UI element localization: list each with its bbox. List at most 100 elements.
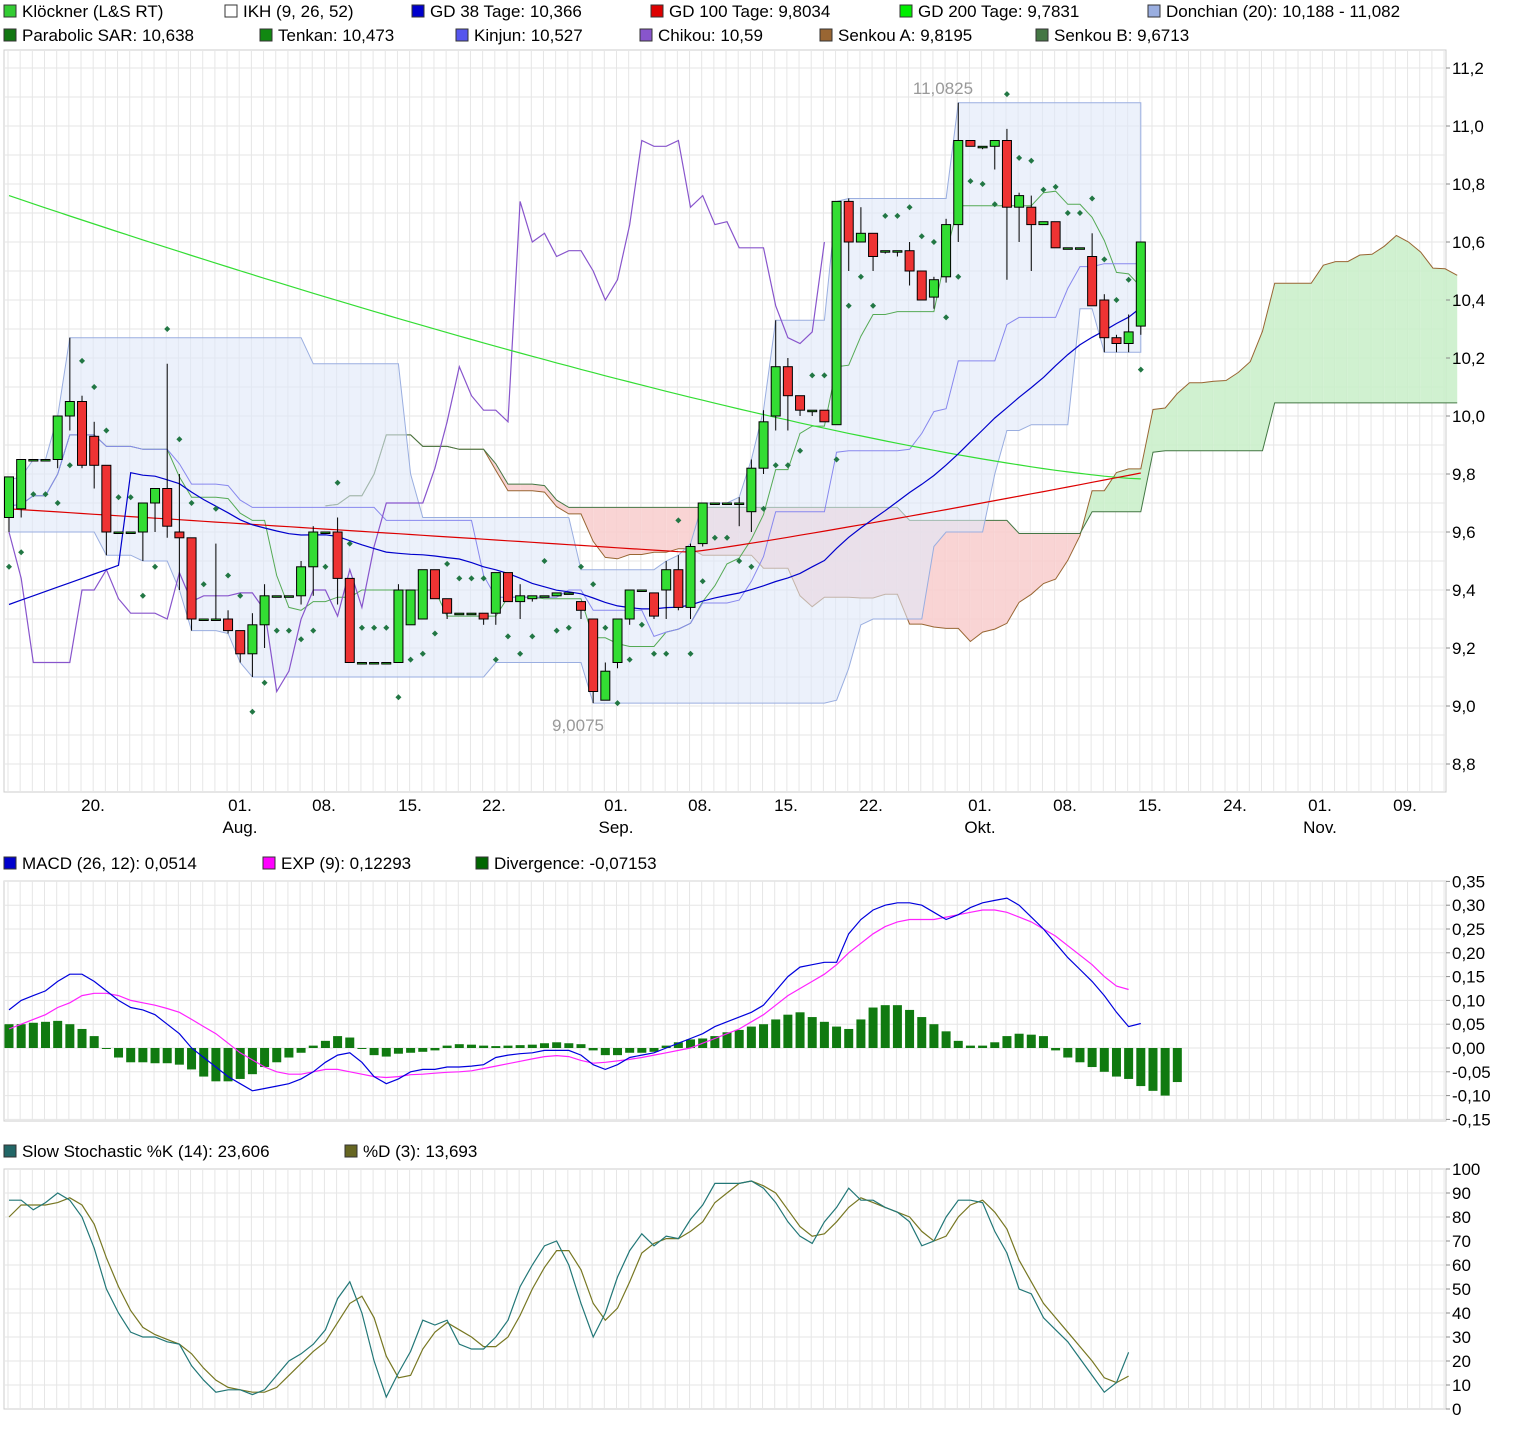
divergence-bar xyxy=(613,1048,622,1056)
y-tick-label: 9,2 xyxy=(1452,639,1476,658)
cloud-segment xyxy=(1152,408,1166,453)
candle-body xyxy=(162,488,173,527)
candle-body xyxy=(868,232,879,258)
candle-body xyxy=(4,476,14,518)
candle-body xyxy=(989,140,1000,147)
candle-body xyxy=(296,566,307,597)
divergence-bar xyxy=(990,1042,1000,1048)
divergence-bar xyxy=(880,1005,890,1048)
y-tick-label: 0,20 xyxy=(1452,944,1485,963)
y-tick-label: 10,2 xyxy=(1452,349,1485,368)
legend-label: GD 100 Tage: 9,8034 xyxy=(669,2,830,21)
divergence-bar xyxy=(1087,1048,1097,1068)
high-annotation: 11,0825 xyxy=(913,79,973,98)
divergence-bar xyxy=(746,1026,756,1048)
candle-body xyxy=(1062,247,1073,250)
divergence-bar xyxy=(941,1031,951,1048)
divergence-bar xyxy=(1026,1034,1036,1048)
candle-body xyxy=(1050,221,1061,249)
divergence-bar xyxy=(320,1040,330,1048)
macd-y-axis: 0,35 0,30 0,25 0,20 0,15 0,10 0,05 0,00 -0,05 -0,… xyxy=(1446,872,1491,1129)
cloud-segment xyxy=(1347,255,1360,403)
y-tick-label: 0,30 xyxy=(1452,896,1485,915)
candle-body xyxy=(223,618,234,632)
divergence-bar xyxy=(89,1036,99,1048)
divergence-bar xyxy=(905,1009,915,1048)
divergence-bar xyxy=(77,1028,87,1048)
divergence-bar xyxy=(393,1048,403,1054)
legend-swatch xyxy=(819,28,833,42)
candle-body xyxy=(831,200,842,426)
candle-body xyxy=(612,618,623,663)
cloud-segment xyxy=(520,484,533,491)
candle-body xyxy=(1001,140,1012,208)
divergence-bar xyxy=(284,1048,294,1058)
cloud-segment xyxy=(1043,533,1056,584)
x-month-label: Nov. xyxy=(1303,818,1337,837)
date-x-axis: 20. 01. Aug. 08. 15. 22. 01. Sep. 08. 15. 22. 01. Ok… xyxy=(81,796,1417,837)
candle-body xyxy=(125,531,136,534)
y-tick-label: 0,35 xyxy=(1452,872,1485,891)
cloud-segment xyxy=(1238,361,1251,451)
legend-label: Chikou: 10,59 xyxy=(658,26,763,45)
legend-swatch xyxy=(3,4,17,18)
divergence-bar xyxy=(965,1045,975,1048)
legend-swatch xyxy=(899,4,913,18)
legend-swatch xyxy=(639,28,653,42)
legend-swatch xyxy=(344,1144,358,1158)
low-annotation: 9,0075 xyxy=(552,716,604,735)
legend-label: Senkou B: 9,6713 xyxy=(1054,26,1189,45)
cloud-segment xyxy=(1335,261,1348,403)
x-month-label: Sep. xyxy=(599,818,634,837)
candle-body xyxy=(210,618,221,621)
candle-body xyxy=(259,595,270,626)
divergence-bar xyxy=(1160,1048,1170,1096)
candle-body xyxy=(369,662,380,665)
legend-swatch xyxy=(259,28,273,42)
main-legend: Klöckner (L&S RT) IKH (9, 26, 52) GD 38 Ta… xyxy=(3,2,1400,45)
divergence-bar xyxy=(917,1017,927,1048)
candle-body xyxy=(332,531,343,579)
divergence-bar xyxy=(978,1045,988,1048)
legend-label: GD 38 Tage: 10,366 xyxy=(430,2,582,21)
divergence-bar xyxy=(101,1048,111,1049)
candle-body xyxy=(697,502,708,545)
candle-body xyxy=(478,612,489,620)
cloud-segment xyxy=(1019,533,1032,603)
legend-label: Senkou A: 9,8195 xyxy=(838,26,972,45)
legend-swatch xyxy=(262,856,276,870)
cloud-segment xyxy=(568,507,581,514)
candle-body xyxy=(77,401,88,466)
divergence-bar xyxy=(832,1026,842,1048)
candle-body xyxy=(1087,256,1098,307)
divergence-bar xyxy=(527,1044,537,1048)
divergence-bar xyxy=(260,1048,270,1068)
y-tick-label: 0,15 xyxy=(1452,968,1485,987)
divergence-bar xyxy=(844,1028,854,1048)
cloud-segment xyxy=(617,507,630,559)
x-tick-label: 15. xyxy=(1138,796,1162,815)
candle-body xyxy=(770,366,781,417)
y-tick-label: 0,10 xyxy=(1452,991,1485,1010)
divergence-bar xyxy=(369,1048,379,1056)
macd-legend: MACD (26, 12): 0,0514 EXP (9): 0,12293 Div… xyxy=(3,854,657,873)
candle-body xyxy=(1111,337,1122,345)
stoch-legend: Slow Stochastic %K (14): 23,606 %D (3): 1… xyxy=(3,1142,477,1161)
legend-label: Donchian (20): 10,188 - 11,082 xyxy=(1166,2,1400,21)
y-tick-label: 0,25 xyxy=(1452,920,1485,939)
divergence-bar xyxy=(381,1048,391,1057)
divergence-bar xyxy=(333,1036,343,1048)
divergence-bar xyxy=(1124,1048,1134,1079)
legend-label: GD 200 Tage: 9,7831 xyxy=(918,2,1079,21)
divergence-bar xyxy=(296,1048,306,1053)
cloud-segment xyxy=(1311,265,1324,403)
macd-panel: 0,35 0,30 0,25 0,20 0,15 0,10 0,05 0,00 -0,05 -0,… xyxy=(3,872,1491,1129)
y-tick-label: 9,0 xyxy=(1452,697,1476,716)
divergence-bar xyxy=(1051,1048,1061,1051)
legend-label: Kinjun: 10,527 xyxy=(474,26,583,45)
divergence-bar xyxy=(150,1048,160,1064)
candle-body xyxy=(52,415,63,460)
candle-body xyxy=(502,572,513,603)
legend-swatch xyxy=(3,28,17,42)
cloud-segment xyxy=(1286,283,1300,403)
